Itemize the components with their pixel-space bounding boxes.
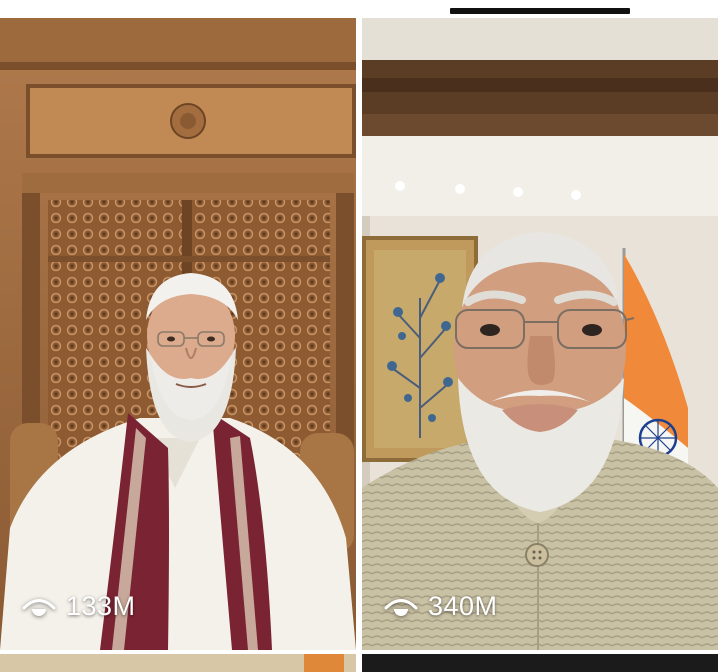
top-bar: [0, 0, 718, 18]
video-tile-3-partial[interactable]: [0, 654, 356, 672]
video-tile-2[interactable]: 340M: [362, 18, 718, 650]
eye-icon: [384, 598, 418, 616]
video-tile-4-partial[interactable]: [362, 654, 718, 672]
view-count-1: 133M: [22, 591, 136, 622]
video-thumbnail-2: [362, 18, 718, 650]
eye-icon: [22, 598, 56, 616]
video-thumbnail-1: [0, 18, 356, 650]
video-tile-1[interactable]: 133M: [0, 18, 356, 650]
view-count-2: 340M: [384, 591, 498, 622]
thumbnail-edge: [304, 654, 344, 672]
view-count-label: 340M: [428, 591, 498, 621]
scroll-indicator: [450, 8, 630, 14]
view-count-label: 133M: [66, 591, 136, 621]
